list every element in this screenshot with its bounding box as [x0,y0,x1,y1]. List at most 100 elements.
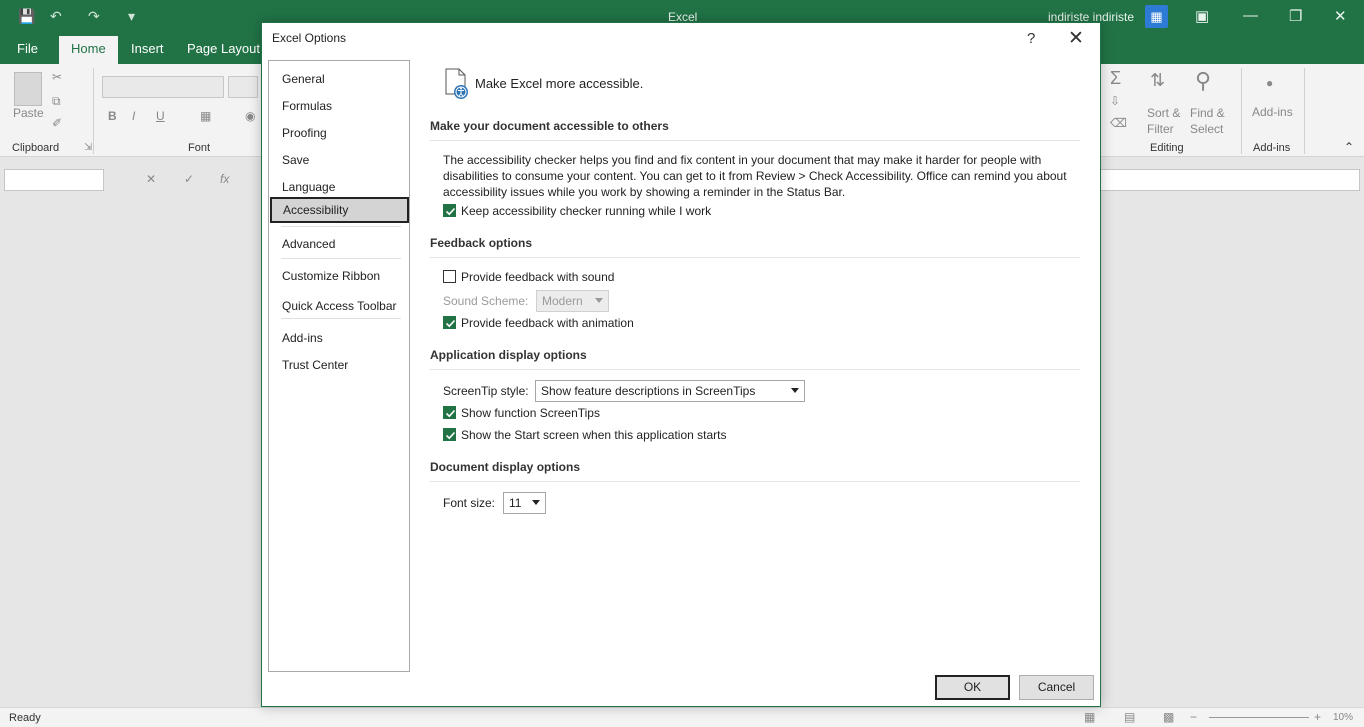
sound-scheme-value: Modern [542,294,583,308]
close-icon[interactable]: ✕ [1068,27,1084,50]
font-name-box[interactable] [102,76,224,98]
copy-icon[interactable]: ⧉ [52,94,61,109]
category-save[interactable]: Save [269,147,409,173]
section-divider [430,481,1080,482]
fill-color-icon[interactable]: ◉ [245,109,255,123]
tab-page-layout[interactable]: Page Layout [187,41,260,56]
find-select-icon[interactable]: ⚲ [1195,68,1211,94]
help-button[interactable]: ? [1027,30,1035,47]
page-header: Make Excel more accessible. [475,76,644,91]
enter-formula-icon[interactable]: ✓ [184,172,194,186]
sound-scheme-label: Sound Scheme: [443,294,529,308]
sort-filter-icon[interactable]: ⇅ [1150,70,1165,91]
category-accessibility[interactable]: Accessibility [270,197,409,223]
status-ready: Ready [9,712,41,724]
category-add-ins[interactable]: Add-ins [269,325,409,351]
page-break-view-icon[interactable]: ▩ [1163,710,1174,724]
avatar[interactable]: ▦ [1145,5,1168,28]
autosum-icon[interactable]: Σ [1110,68,1121,89]
customize-quick-access-icon[interactable]: ▾ [128,8,135,25]
clipboard-launcher-icon[interactable]: ⇲ [84,142,92,153]
category-advanced[interactable]: Advanced [269,231,409,257]
underline-button[interactable]: U [156,109,165,123]
screentip-style-select[interactable]: Show feature descriptions in ScreenTips [535,380,805,402]
screentip-style-value: Show feature descriptions in ScreenTips [541,384,756,398]
cancel-formula-icon[interactable]: ✕ [146,172,156,186]
format-painter-icon[interactable]: ✐ [52,116,62,130]
ribbon-separator [1304,68,1305,154]
redo-icon[interactable]: ↷ [88,8,100,25]
collapse-ribbon-icon[interactable]: ⌃ [1344,140,1354,154]
section-divider [430,257,1080,258]
ok-button[interactable]: OK [935,675,1010,700]
sort-filter-button[interactable]: Sort & Filter [1147,105,1180,137]
clipboard-group-label: Clipboard [12,142,60,154]
category-proofing[interactable]: Proofing [269,120,409,146]
zoom-out-icon[interactable]: − [1190,710,1197,724]
section-doc-display-title: Document display options [430,460,581,474]
borders-icon[interactable]: ▦ [200,109,211,123]
addins-icon[interactable]: ● [1266,76,1273,90]
formula-input[interactable] [1100,169,1360,191]
chevron-down-icon [791,388,799,393]
name-box[interactable] [4,169,104,191]
bold-button[interactable]: B [108,109,117,123]
zoom-slider[interactable] [1209,717,1309,718]
tab-file[interactable]: File [17,41,38,56]
section-divider [430,140,1080,141]
feedback-sound-checkbox[interactable] [443,270,456,283]
chevron-down-icon [595,298,603,303]
zoom-in-icon[interactable]: + [1314,710,1321,724]
category-trust-center[interactable]: Trust Center [269,352,409,378]
accessibility-icon [445,68,468,99]
ribbon-display-icon[interactable]: ▣ [1195,7,1209,25]
normal-view-icon[interactable]: ▦ [1084,710,1095,724]
restore-icon[interactable]: ❐ [1289,7,1302,25]
tab-home[interactable]: Home [59,36,118,64]
save-icon[interactable]: 💾 [18,8,35,25]
screentip-style-label: ScreenTip style: [443,384,529,398]
addins-button[interactable]: Add-ins [1252,105,1293,119]
accessibility-description: The accessibility checker helps you find… [443,153,1067,199]
category-divider [281,226,401,227]
font-size-box[interactable] [228,76,258,98]
editing-group-label: Editing [1150,142,1184,154]
show-function-tips-checkbox[interactable] [443,406,456,419]
keep-checker-checkbox[interactable] [443,204,456,217]
category-divider [281,318,401,319]
paste-button[interactable]: Paste [13,106,44,120]
cut-icon[interactable]: ✂ [52,70,62,84]
italic-button[interactable]: I [132,109,135,123]
feedback-animation-checkbox[interactable] [443,316,456,329]
tab-insert[interactable]: Insert [131,41,164,56]
find-select-button[interactable]: Find & Select [1190,105,1225,137]
section-divider [430,369,1080,370]
font-group-label: Font [188,142,211,154]
show-start-screen-checkbox[interactable] [443,428,456,441]
keep-checker-label: Keep accessibility checker running while… [461,204,712,218]
show-function-tips-label: Show function ScreenTips [461,406,600,420]
minimize-icon[interactable]: — [1243,7,1258,24]
category-customize-ribbon[interactable]: Customize Ribbon [269,263,409,289]
category-general[interactable]: General [269,66,409,92]
category-quick-access-toolbar[interactable]: Quick Access Toolbar [269,293,409,319]
section-feedback-title: Feedback options [430,236,533,250]
section-app-display-title: Application display options [430,348,587,362]
sound-scheme-select[interactable]: Modern [536,290,609,312]
clear-icon[interactable]: ⌫ [1110,116,1127,130]
font-size-select[interactable]: 11 [503,492,546,514]
page-layout-view-icon[interactable]: ▤ [1124,710,1135,724]
paste-icon[interactable] [14,72,42,106]
ribbon-separator [93,68,94,154]
close-window-icon[interactable]: ✕ [1334,7,1347,25]
feedback-sound-label: Provide feedback with sound [461,270,615,284]
category-list: General Formulas Proofing Save Language … [268,60,410,672]
undo-icon[interactable]: ↶ [50,8,62,25]
zoom-level[interactable]: 10% [1333,712,1353,723]
fill-icon[interactable]: ⇩ [1110,94,1120,108]
status-bar: Ready ▦ ▤ ▩ − + 10% [0,707,1364,727]
insert-function-icon[interactable]: fx [220,172,229,186]
category-formulas[interactable]: Formulas [269,93,409,119]
feedback-animation-label: Provide feedback with animation [461,316,634,330]
cancel-button[interactable]: Cancel [1019,675,1094,700]
